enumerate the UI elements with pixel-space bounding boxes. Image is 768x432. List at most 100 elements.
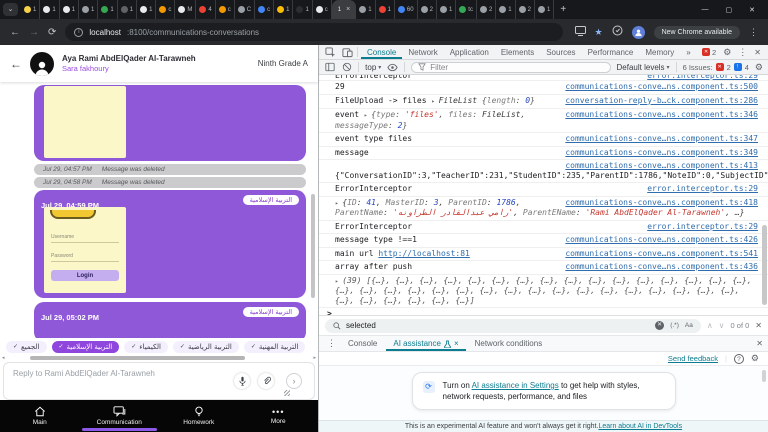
minimize-button[interactable]: — — [702, 6, 709, 14]
console-source-link[interactable]: communications-conve…ns.component.ts:541 — [565, 249, 758, 259]
ai-settings-link[interactable]: AI assistance in Settings — [472, 381, 559, 390]
close-drawer-tab-icon[interactable]: × — [454, 339, 459, 348]
console-prompt[interactable]: > — [319, 308, 768, 315]
new-tab-button[interactable]: + — [554, 4, 572, 15]
error-count-badge[interactable]: ✕ 2 — [702, 48, 716, 57]
console-source-link[interactable]: communications-conve…ns.component.ts:347 — [565, 134, 758, 144]
ai-settings-icon[interactable]: ⚙ — [751, 353, 759, 364]
browser-tab[interactable]: 1 — [274, 0, 293, 19]
issues-counter[interactable]: 6 Issues: ✕ 2 ! 4 — [683, 63, 749, 72]
app-back-button[interactable]: ← — [10, 57, 22, 71]
search-previous-icon[interactable]: ∧ — [707, 321, 713, 330]
browser-tab[interactable]: 1 — [496, 0, 515, 19]
message-bubble-login-card[interactable]: Jul 29, 04:59 PM التربية الإسلامية Usern… — [34, 190, 306, 298]
message-image-attachment[interactable] — [44, 86, 126, 158]
browser-tab-active[interactable]: 1× — [332, 0, 356, 19]
devtools-close-icon[interactable]: ✕ — [754, 48, 761, 57]
browser-tab[interactable]: c — [313, 0, 332, 19]
console-filter-input[interactable]: Filter — [411, 62, 610, 73]
maximize-button[interactable]: ▢ — [726, 6, 733, 14]
devtools-tab-elements[interactable]: Elements — [495, 45, 540, 59]
help-icon[interactable]: ? — [734, 354, 744, 364]
microphone-icon[interactable] — [234, 373, 250, 389]
learn-about-ai-link[interactable]: Learn about AI in DevTools — [598, 423, 682, 430]
close-tab-icon[interactable]: × — [346, 6, 350, 13]
reply-box[interactable]: Reply to Rami AbdElQader Al-Tarawneh › — [3, 362, 315, 400]
browser-tab[interactable]: 1 — [376, 0, 395, 19]
scroll-left-arrow[interactable]: ◂ — [2, 355, 5, 362]
embedded-login-card[interactable]: Username Password Login — [44, 207, 126, 293]
browser-tab[interactable]: 4 — [196, 0, 215, 19]
subject-chip[interactable]: ✓التربية الإسلامية — [52, 341, 120, 353]
console-source-link[interactable]: error.interceptor.ts:29 — [647, 184, 758, 194]
nav-more[interactable]: ••• More — [239, 400, 319, 432]
browser-tab[interactable]: c — [216, 0, 235, 19]
ai-panel-scrollbar[interactable] — [762, 370, 766, 382]
browser-tab[interactable]: 1 — [535, 0, 554, 19]
browser-tab[interactable]: 1 — [60, 0, 79, 19]
browser-tab[interactable]: 1 — [79, 0, 98, 19]
send-feedback-link[interactable]: Send feedback — [668, 354, 718, 363]
reload-button[interactable]: ⟳ — [48, 27, 56, 38]
message-list[interactable]: Jul 29, 04:57 PM Message was deleted Jul… — [0, 82, 318, 338]
more-tabs-icon[interactable]: » — [683, 48, 693, 57]
browser-tab[interactable]: C — [235, 0, 255, 19]
devtools-tab-network[interactable]: Network — [402, 45, 443, 59]
search-input[interactable]: selected ✕ (.*) Aa — [325, 319, 701, 333]
close-search-icon[interactable]: ✕ — [755, 321, 762, 330]
browser-tab[interactable]: c — [156, 0, 175, 19]
profile-avatar[interactable] — [632, 26, 645, 39]
scroll-right-arrow[interactable]: ▸ — [313, 355, 316, 362]
scrollbar-thumb[interactable] — [30, 356, 245, 360]
console-source-link[interactable]: error.interceptor.ts:29 — [647, 222, 758, 232]
browser-tab[interactable]: M — [175, 0, 196, 19]
browser-tab[interactable]: c — [255, 0, 274, 19]
devtools-tab-sources[interactable]: Sources — [540, 45, 581, 59]
bookmark-star-icon[interactable]: ★ — [595, 27, 603, 38]
console-source-link[interactable]: communications-conve…ns.component.ts:426 — [565, 235, 758, 245]
subject-chip[interactable]: ✓التربية الرياضية — [173, 341, 239, 353]
forward-button[interactable]: → — [29, 27, 39, 38]
expand-arrow-icon[interactable]: ▸ — [431, 98, 438, 105]
sync-icon[interactable] — [612, 23, 623, 41]
console-source-link[interactable]: communications-conve…ns.component.ts:349 — [565, 148, 758, 158]
browser-tab[interactable]: tc — [456, 0, 477, 19]
nav-homework[interactable]: Homework — [159, 400, 239, 432]
search-next-icon[interactable]: ∨ — [719, 321, 725, 330]
clear-search-icon[interactable]: ✕ — [655, 321, 664, 330]
context-selector[interactable]: top▾ — [365, 63, 381, 72]
browser-tab[interactable]: 1 — [40, 0, 59, 19]
browser-tab[interactable]: 2 — [516, 0, 535, 19]
browser-tab[interactable]: 1 — [98, 0, 117, 19]
nav-main[interactable]: Main — [0, 400, 80, 432]
login-button[interactable]: Login — [51, 270, 119, 281]
chrome-update-button[interactable]: New Chrome available — [654, 26, 740, 39]
browser-tab[interactable]: 2 — [477, 0, 496, 19]
send-to-device-icon[interactable] — [575, 23, 586, 41]
devtools-tab-performance[interactable]: Performance — [582, 45, 640, 59]
devtools-tab-memory[interactable]: Memory — [639, 45, 680, 59]
browser-tab[interactable]: 2 — [418, 0, 437, 19]
browser-tab[interactable]: 60 — [395, 0, 418, 19]
devtools-tab-console[interactable]: Console — [361, 45, 402, 59]
nav-communication[interactable]: Communication — [80, 400, 160, 432]
drawer-tab-console[interactable]: Console — [341, 336, 384, 351]
device-toolbar-icon[interactable] — [340, 46, 354, 59]
chat-scrollbar[interactable] — [311, 194, 315, 298]
console-settings-icon[interactable]: ⚙ — [755, 62, 763, 73]
browser-tab[interactable]: 1 — [293, 0, 312, 19]
subject-chip[interactable]: ✓التربية المهنية — [244, 341, 305, 353]
tab-search-chevron-icon[interactable]: ⌄ — [3, 3, 18, 16]
drawer-tab-network-conditions[interactable]: Network conditions — [468, 336, 550, 351]
console-sidebar-icon[interactable] — [324, 61, 335, 74]
close-drawer-icon[interactable]: ✕ — [756, 339, 763, 348]
console-scrollbar[interactable] — [762, 225, 767, 305]
devtools-settings-icon[interactable]: ⚙ — [723, 47, 731, 58]
attachment-icon[interactable] — [258, 373, 274, 389]
subject-chip[interactable]: ✓الكيمياء — [124, 341, 168, 353]
subject-chip[interactable]: ✓الجميع — [6, 341, 47, 353]
console-log[interactable]: error.interceptor.ts:29ErrorInterceptorc… — [319, 75, 768, 315]
browser-tab[interactable]: 1 — [356, 0, 375, 19]
console-source-link[interactable]: conversation-reply-b…ck.component.ts:286 — [565, 96, 758, 106]
resize-handle[interactable] — [284, 390, 290, 396]
